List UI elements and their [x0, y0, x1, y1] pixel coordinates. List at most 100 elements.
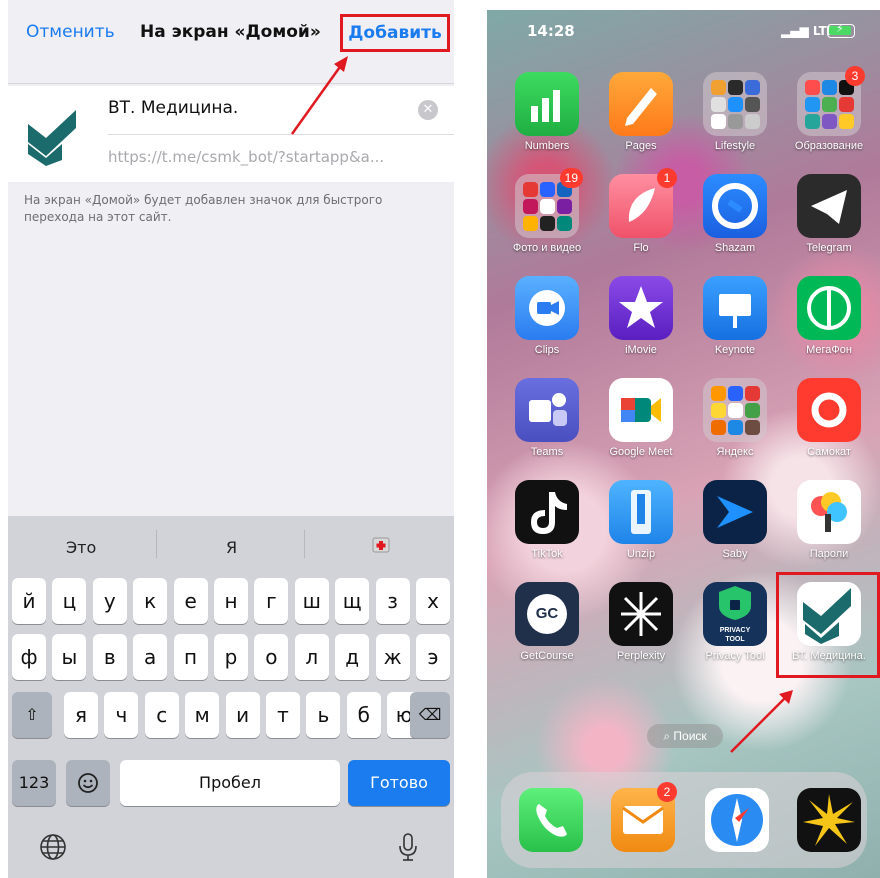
- app-6[interactable]: Shazam: [689, 174, 781, 270]
- app-icon-6: [703, 174, 767, 238]
- app-label-21: Perplexity: [616, 650, 666, 662]
- mail-badge: 2: [657, 782, 677, 802]
- key-row1-4[interactable]: е: [173, 578, 208, 624]
- key-row3-6[interactable]: ь: [306, 692, 341, 738]
- key-row1-5[interactable]: н: [214, 578, 248, 624]
- app-3[interactable]: 3 Образование: [783, 66, 875, 168]
- app-15[interactable]: Самокат: [783, 378, 875, 474]
- app-8[interactable]: Clips: [501, 276, 593, 372]
- nav-title: На экран «Домой»: [140, 22, 321, 42]
- key-row1-3[interactable]: к: [133, 578, 168, 624]
- add-to-home-screen-panel: Отменить На экран «Домой» Добавить ВТ. М…: [8, 0, 454, 878]
- key-row1-1[interactable]: ц: [52, 578, 87, 624]
- app-label-13: Google Meet: [609, 446, 673, 458]
- globe-icon[interactable]: [38, 832, 68, 862]
- app-icon-0: [515, 72, 579, 136]
- app-badge-3: 3: [845, 66, 865, 86]
- privacy-icon-text: PRIVACY TOOL: [719, 627, 751, 643]
- key-row2-4[interactable]: п: [173, 634, 208, 680]
- app-11[interactable]: МегаФон: [783, 276, 875, 372]
- key-row1-7[interactable]: ш: [294, 578, 329, 624]
- microphone-icon[interactable]: [396, 832, 420, 862]
- app-icon-20: GC: [515, 582, 579, 646]
- phone-icon: [519, 788, 583, 852]
- keyboard: Это Я й ц у к е н г ш щ з х ф ы в а п р о л д ж э я ч с м и т ь б ю ⇧ ⌫ …: [8, 516, 454, 878]
- add-button[interactable]: Добавить: [340, 14, 450, 52]
- key-row1-6[interactable]: г: [254, 578, 289, 624]
- app-label-4: Фото и видео: [512, 242, 582, 254]
- cancel-button[interactable]: Отменить: [26, 22, 115, 42]
- key-row3-5[interactable]: т: [266, 692, 300, 738]
- key-row1-10[interactable]: х: [416, 578, 450, 624]
- app-13[interactable]: Google Meet: [595, 378, 687, 474]
- app-10[interactable]: Keynote: [689, 276, 781, 372]
- gc-icon-text: GC: [527, 594, 567, 634]
- key-row2-7[interactable]: л: [294, 634, 329, 680]
- app-icon-7: [797, 174, 861, 238]
- app-2[interactable]: Lifestyle: [689, 72, 781, 168]
- name-input[interactable]: ВТ. Медицина.: [108, 98, 408, 118]
- shift-key[interactable]: ⇧: [12, 692, 52, 738]
- key-row3-4[interactable]: и: [225, 692, 260, 738]
- key-row2-10[interactable]: э: [416, 634, 450, 680]
- app-18[interactable]: Saby: [689, 480, 781, 576]
- key-row2-6[interactable]: о: [254, 634, 289, 680]
- numbers-key[interactable]: 123: [12, 760, 56, 806]
- app-17[interactable]: Unzip: [595, 480, 687, 576]
- key-row3-2[interactable]: с: [144, 692, 179, 738]
- key-row2-8[interactable]: д: [335, 634, 370, 680]
- app-5[interactable]: 1 Flo: [595, 168, 687, 270]
- app-16[interactable]: TikTok: [501, 480, 593, 576]
- app-14[interactable]: Яндекс: [689, 378, 781, 474]
- nav-bar: Отменить На экран «Домой» Добавить: [8, 0, 454, 84]
- app-1[interactable]: Pages: [595, 72, 687, 168]
- app-label-19: Пароли: [809, 548, 849, 560]
- app-badge-5: 1: [657, 168, 677, 188]
- suggestion-0[interactable]: Это: [66, 538, 96, 557]
- app-12[interactable]: Teams: [501, 378, 593, 474]
- key-row2-0[interactable]: ф: [12, 634, 46, 680]
- app-19[interactable]: Пароли: [783, 480, 875, 576]
- key-row1-0[interactable]: й: [12, 578, 46, 624]
- hint-text: На экран «Домой» будет добавлен значок д…: [24, 193, 383, 224]
- key-row2-1[interactable]: ы: [52, 634, 87, 680]
- key-row3-1[interactable]: ч: [104, 692, 139, 738]
- search-pill[interactable]: ⌕ Поиск: [647, 724, 723, 748]
- app-7[interactable]: Telegram: [783, 174, 875, 270]
- space-key[interactable]: Пробел: [120, 760, 340, 806]
- app-21[interactable]: Perplexity: [595, 582, 687, 678]
- key-row2-2[interactable]: в: [92, 634, 127, 680]
- dock-safari-app[interactable]: [691, 788, 783, 878]
- status-bar: 14:28 ▂▄▆ LTE ⚡: [487, 10, 880, 50]
- key-row3-3[interactable]: м: [185, 692, 220, 738]
- emoji-key[interactable]: [66, 760, 110, 806]
- first-aid-emoji-icon[interactable]: [372, 534, 390, 554]
- app-22[interactable]: PRIVACY TOOL Privacy Tool: [689, 582, 781, 678]
- key-row1-8[interactable]: щ: [335, 578, 370, 624]
- delete-key[interactable]: ⌫: [410, 692, 450, 738]
- app-9[interactable]: iMovie: [595, 276, 687, 372]
- app-badge-4: 19: [559, 168, 583, 188]
- key-row2-9[interactable]: ж: [375, 634, 410, 680]
- dock-phone-app[interactable]: [505, 788, 597, 878]
- key-row3-0[interactable]: я: [64, 692, 98, 738]
- app-label-18: Saby: [722, 548, 748, 560]
- app-icon-9: [609, 276, 673, 340]
- dock-star-app[interactable]: [783, 788, 875, 878]
- app-label-5: Flo: [633, 242, 649, 254]
- app-icon-2: [703, 72, 767, 136]
- key-row2-5[interactable]: р: [214, 634, 248, 680]
- clear-icon[interactable]: ✕: [418, 100, 438, 120]
- url-field: https://t.me/csmk_bot/?startapp&a...: [108, 148, 385, 166]
- suggestion-1[interactable]: Я: [226, 538, 237, 557]
- app-4[interactable]: 19 Фото и видео: [501, 168, 593, 270]
- done-key[interactable]: Готово: [348, 760, 450, 806]
- key-row2-3[interactable]: а: [133, 634, 168, 680]
- app-20[interactable]: GC GetCourse: [501, 582, 593, 678]
- dock-mail-app[interactable]: 2: [597, 782, 689, 878]
- key-row3-7[interactable]: б: [346, 692, 381, 738]
- key-row1-2[interactable]: у: [92, 578, 127, 624]
- key-row1-9[interactable]: з: [375, 578, 410, 624]
- app-0[interactable]: Numbers: [501, 72, 593, 168]
- app-icon-13: [609, 378, 673, 442]
